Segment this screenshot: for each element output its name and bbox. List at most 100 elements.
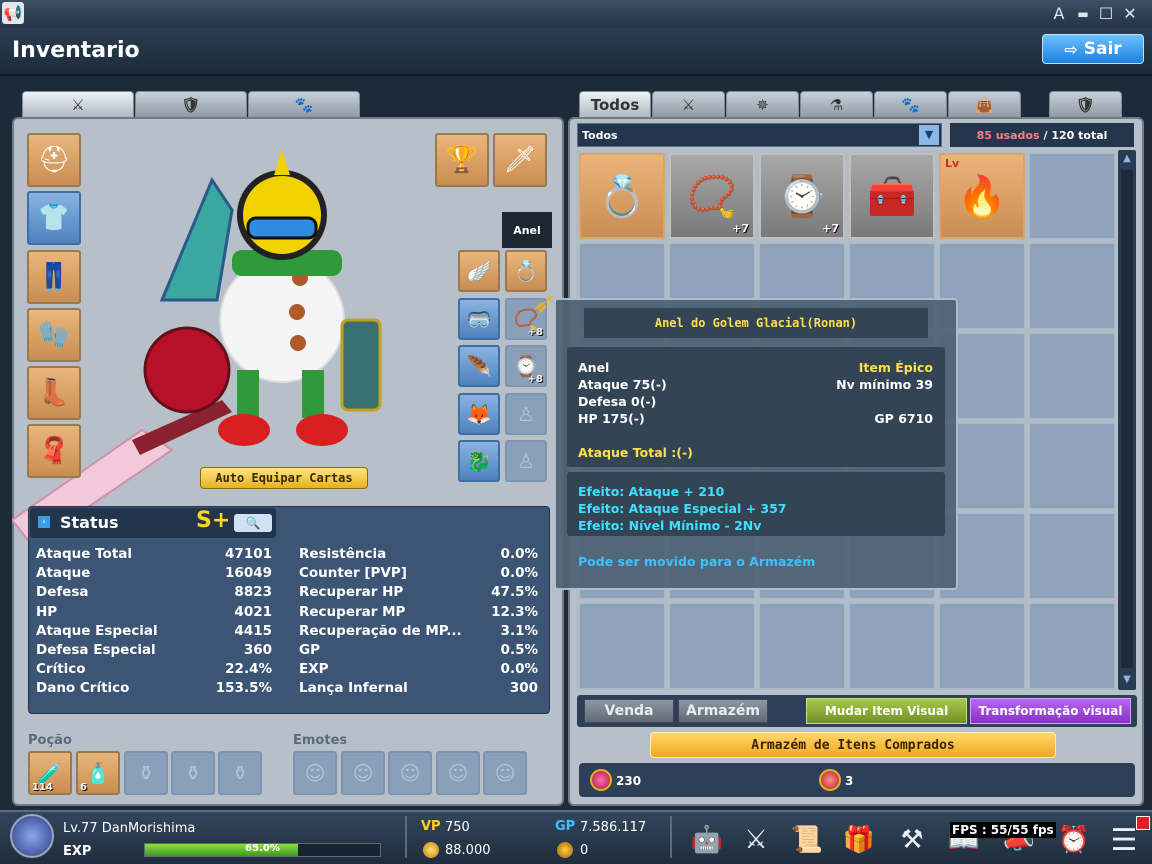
purchased-storage-button[interactable]: Armazém de Itens Comprados — [650, 732, 1056, 758]
tab-equipment[interactable]: ⚔ — [22, 91, 134, 117]
stat-label: Recuperação de MP... — [299, 623, 462, 639]
medal-icon — [557, 842, 573, 858]
font-button[interactable]: A — [1049, 4, 1069, 24]
exp-percent: 65.0% — [245, 843, 280, 854]
equip-slot-cape[interactable]: 🧣 — [27, 424, 81, 478]
alarm-icon[interactable]: ⏰ — [1055, 822, 1093, 858]
transform-visual-button[interactable]: Transformação visual — [970, 698, 1131, 724]
equip-slot-top[interactable]: 👕 — [27, 191, 81, 245]
inventory-item-chest[interactable]: 🧰 — [849, 153, 935, 239]
auto-equip-button[interactable]: Auto Equipar Cartas — [200, 467, 368, 489]
tab-armor-sets[interactable]: 🛡 — [1049, 91, 1122, 117]
inventory-cell[interactable] — [1029, 153, 1115, 239]
status-title: Status — [60, 513, 119, 532]
inventory-cell[interactable] — [1029, 423, 1115, 509]
emote-slot[interactable]: ☺ — [436, 751, 480, 795]
tab-weapons[interactable]: ⚔ — [652, 91, 725, 117]
forge-icon[interactable]: ⚒ — [893, 822, 931, 858]
gp-label: GP — [555, 819, 576, 834]
emote-slot[interactable]: ☺ — [483, 751, 527, 795]
character-menu-icon[interactable]: 🤖 — [688, 822, 726, 858]
snowman-button — [289, 304, 305, 320]
filter-value: Todos — [582, 128, 618, 142]
inventory-cell[interactable] — [759, 603, 845, 689]
potion-slot-hp[interactable]: 🧪 114 — [28, 751, 72, 795]
inventory-cell[interactable] — [849, 603, 935, 689]
emote-slot[interactable]: ☺ — [341, 751, 385, 795]
claw-icon: 🪶 — [466, 354, 492, 378]
sell-button[interactable]: Venda — [584, 699, 674, 723]
cape-icon: 🧣 — [37, 436, 71, 466]
accessory-slot[interactable]: 🪽 — [458, 250, 500, 292]
emote-slot[interactable]: ☺ — [293, 751, 337, 795]
skills-icon[interactable]: ⚔ — [737, 822, 775, 858]
scroll-up-icon[interactable]: ▲ — [1119, 151, 1135, 167]
inventory-cell[interactable] — [939, 603, 1025, 689]
accessory-slot[interactable]: ⌚ +8 — [505, 345, 547, 387]
vp-value: 750 — [445, 820, 470, 835]
tab-all[interactable]: Todos — [579, 91, 651, 117]
ring-icon: 💍 — [597, 173, 647, 220]
smiley-icon: ☺ — [399, 761, 421, 785]
accessory-slot[interactable]: 🪶 — [458, 345, 500, 387]
status-search-button[interactable]: 🔍 — [234, 514, 272, 532]
accessory-slot-empty[interactable]: ♙ — [505, 393, 547, 435]
stat-value: 4021 — [234, 604, 272, 620]
necklace-icon: 📿 — [687, 173, 737, 220]
potion-slot-empty[interactable]: ⚱ — [218, 751, 262, 795]
inventory-cell[interactable] — [1029, 513, 1115, 599]
inventory-item-ring[interactable]: 💍 — [579, 153, 665, 239]
storage-button[interactable]: Armazém — [678, 699, 768, 723]
accessory-slot[interactable]: 🐉 — [458, 440, 500, 482]
exit-button[interactable]: ⇨ Sair — [1042, 34, 1144, 64]
inventory-cell[interactable] — [1029, 243, 1115, 329]
inventory-cell[interactable] — [1029, 603, 1115, 689]
equip-slot-weapon[interactable]: 🗡 — [493, 133, 547, 187]
megaphone-icon[interactable]: 📢 — [2, 2, 24, 24]
equip-slot-accessory[interactable]: 🏆 — [435, 133, 489, 187]
tab-armor[interactable]: 🛡 — [135, 91, 247, 117]
missions-icon[interactable]: 📜 — [788, 822, 826, 858]
close-button[interactable]: ✕ — [1120, 4, 1140, 24]
tooltip-hp: HP 175(-) — [578, 411, 645, 426]
emote-slot[interactable]: ☺ — [388, 751, 432, 795]
stat-label: Defesa — [36, 584, 89, 600]
pants-icon: 👖 — [37, 262, 71, 292]
equip-slot-gloves[interactable]: 🧤 — [27, 308, 81, 362]
scroll-thumb[interactable] — [1121, 170, 1133, 668]
stat-label: Counter [PVP] — [299, 565, 407, 581]
swords-icon: ⚔ — [681, 95, 696, 114]
maximize-button[interactable]: ☐ — [1096, 4, 1116, 24]
equip-slot-pants[interactable]: 👖 — [27, 250, 81, 304]
inventory-item-necklace[interactable]: 📿 +7 — [669, 153, 755, 239]
change-visual-button[interactable]: Mudar Item Visual — [806, 698, 967, 724]
blue-potion-icon: 🧴 — [85, 761, 111, 785]
potion-slot-mp[interactable]: 🧴 6 — [76, 751, 120, 795]
inventory-item-claw[interactable]: Lv 🔥 — [939, 153, 1025, 239]
paw-icon: 🐾 — [294, 95, 314, 114]
avatar[interactable] — [10, 814, 54, 858]
filter-dropdown[interactable]: Todos ▼ — [577, 123, 942, 147]
inventory-item-bracelet[interactable]: ⌚ +7 — [759, 153, 845, 239]
gift-icon[interactable]: 🎁 — [840, 822, 878, 858]
potion-slot-empty[interactable]: ⚱ — [124, 751, 168, 795]
accessory-slot[interactable]: 🥽 — [458, 298, 500, 340]
status-expand-icon[interactable]: › — [38, 516, 50, 528]
inventory-cell[interactable] — [579, 603, 665, 689]
accessory-slot-empty[interactable]: ♙ — [505, 440, 547, 482]
equip-slot-helmet[interactable]: ⛑ — [27, 133, 81, 187]
inventory-cell[interactable] — [1029, 333, 1115, 419]
accessory-slot[interactable]: 🦊 — [458, 393, 500, 435]
tab-bags[interactable]: 👜 — [948, 91, 1021, 117]
equip-slot-boots[interactable]: 👢 — [27, 366, 81, 420]
exit-icon: ⇨ — [1064, 39, 1078, 59]
tab-pets[interactable]: 🐾 — [874, 91, 947, 117]
scroll-down-icon[interactable]: ▼ — [1119, 672, 1135, 688]
potion-slot-empty[interactable]: ⚱ — [171, 751, 215, 795]
tab-pet[interactable]: 🐾 — [248, 91, 360, 117]
tab-potions[interactable]: ⚗ — [800, 91, 873, 117]
minimize-button[interactable]: ▬ — [1073, 4, 1093, 24]
ring-icon: 💍 — [513, 259, 539, 283]
inventory-cell[interactable] — [669, 603, 755, 689]
tab-accessories[interactable]: ✵ — [726, 91, 799, 117]
